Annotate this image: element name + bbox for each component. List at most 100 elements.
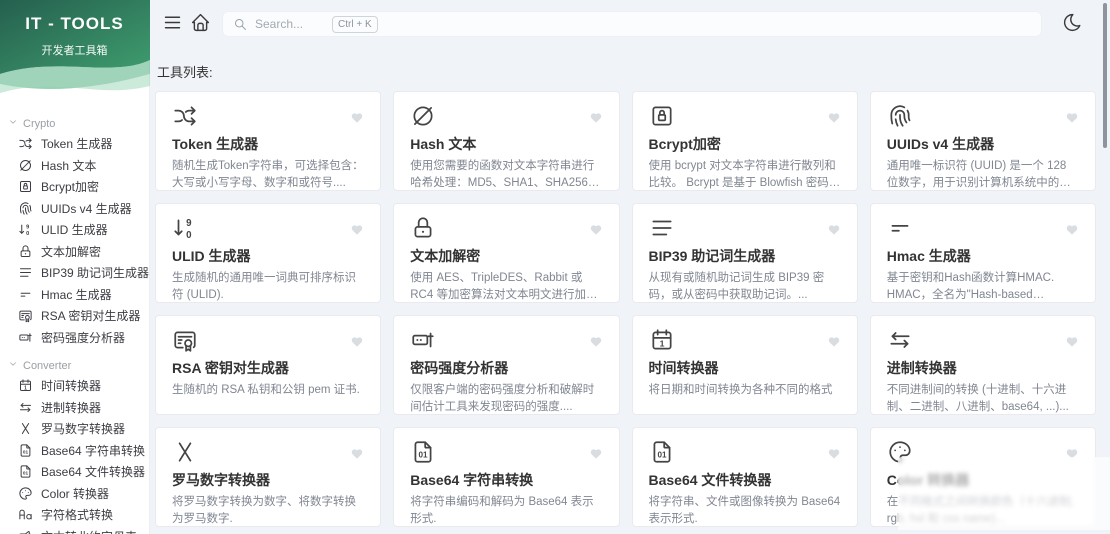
sidebar-item-label: 时间转换器 bbox=[41, 379, 102, 394]
sidebar-item-label: 文本加解密 bbox=[41, 244, 102, 259]
sort-numbers-icon: 90 bbox=[174, 218, 192, 241]
favorite-heart-icon[interactable] bbox=[827, 447, 841, 461]
tool-card-title: RSA 密钥对生成器 bbox=[172, 360, 289, 376]
tool-card[interactable]: Bcrypt加密 使用 bcrypt 对文本字符串进行散列和比较。 Bcrypt… bbox=[631, 91, 858, 191]
tool-card[interactable]: RSA 密钥对生成器 生随机的 RSA 私钥和公钥 pem 证书. bbox=[155, 315, 382, 415]
heart-icon bbox=[828, 113, 839, 123]
svg-text:0: 0 bbox=[26, 231, 29, 237]
sidebar-item-label: 罗马数字转换器 bbox=[41, 422, 126, 437]
sidebar-item-label: UUIDs v4 生成器 bbox=[41, 201, 132, 216]
sort-numbers-icon: 90 bbox=[19, 225, 29, 237]
tool-card-title: Hash 文本 bbox=[410, 136, 477, 152]
sidebar-item[interactable]: 01 Base64 字符串转换 bbox=[0, 440, 149, 462]
search-box[interactable]: Ctrl + K bbox=[222, 11, 1042, 37]
heart-icon bbox=[590, 449, 601, 459]
tool-card[interactable]: 罗马数字转换器 将罗马数字转换为数字、将数字转换为罗马数字. bbox=[155, 427, 382, 527]
favorite-heart-icon[interactable] bbox=[827, 111, 841, 125]
tool-card[interactable]: Hash 文本 使用您需要的函数对文本字符串进行哈希处理：MD5、SHA1、SH… bbox=[393, 91, 620, 191]
tool-card-description: 仅限客户端的密码强度分析和破解时间估计工具来发现密码的强度.... bbox=[410, 384, 595, 414]
favorite-heart-icon[interactable] bbox=[1065, 335, 1079, 349]
sidebar-item[interactable]: 密码强度分析器 bbox=[0, 327, 149, 349]
favorite-heart-icon[interactable] bbox=[350, 223, 364, 237]
file-digit-icon: 01 bbox=[653, 441, 670, 463]
tool-card[interactable]: BIP39 助记词生成器 从现有或随机助记词生成 BIP39 密码，或从密码中获… bbox=[631, 203, 858, 303]
tool-card-description: 将字符串、文件或图像转换为 Base64 表示形式. bbox=[648, 496, 841, 526]
sidebar-item[interactable]: 字符格式转换 bbox=[0, 504, 149, 526]
favorite-heart-icon[interactable] bbox=[350, 335, 364, 349]
sidebar-item[interactable]: 文本加解密 bbox=[0, 241, 149, 263]
sidebar-item[interactable]: 1 时间转换器 bbox=[0, 375, 149, 397]
sidebar-item[interactable]: Hmac 生成器 bbox=[0, 284, 149, 306]
sidebar-item[interactable]: Hash 文本 bbox=[0, 155, 149, 177]
content: 工具列表: Token 生成器 随机生成Token字符串，可选择包含：大写或小写… bbox=[150, 62, 1110, 527]
tool-card[interactable]: Color 转换器 在不同格式之间转换颜色（十六进制, rgb, hsl 和 c… bbox=[869, 427, 1096, 527]
favorite-heart-icon[interactable] bbox=[1065, 447, 1079, 461]
svg-text:1: 1 bbox=[24, 386, 27, 392]
sidebar-section-crypto[interactable]: Crypto bbox=[0, 114, 149, 133]
tool-card-title: 罗马数字转换器 bbox=[172, 472, 270, 488]
tool-card-description: 使用您需要的函数对文本字符串进行哈希处理：MD5、SHA1、SHA256、SHA… bbox=[410, 160, 600, 190]
tool-card-description: 生成随机的通用唯一词典可排序标识符 (ULID). bbox=[172, 272, 356, 302]
favorite-heart-icon[interactable] bbox=[589, 111, 603, 125]
sidebar: IT - TOOLS 开发者工具箱 Crypto Token 生成器 Hash … bbox=[0, 0, 150, 534]
tool-card[interactable]: 进制转换器 不同进制间的转换 (十进制、十六进制、二进制、八进制、base64,… bbox=[869, 315, 1096, 415]
favorite-heart-icon[interactable] bbox=[350, 111, 364, 125]
sidebar-item[interactable]: 01 Base64 文件转换器 bbox=[0, 461, 149, 483]
tool-card[interactable]: Token 生成器 随机生成Token字符串，可选择包含：大写或小写字母、数字和… bbox=[155, 91, 382, 191]
sidebar-item-label: 进制转换器 bbox=[41, 400, 102, 415]
certificate-icon bbox=[174, 331, 196, 352]
sidebar-item[interactable]: Token 生成器 bbox=[0, 133, 149, 155]
calendar-1-icon: 1 bbox=[20, 379, 31, 392]
dark-mode-toggle[interactable] bbox=[1058, 10, 1086, 38]
sidebar-item-label: Base64 字符串转换 bbox=[41, 443, 146, 458]
search-icon bbox=[235, 18, 246, 30]
favorite-heart-icon[interactable] bbox=[350, 447, 364, 461]
tool-card-title: Bcrypt加密 bbox=[648, 136, 721, 152]
favorite-heart-icon[interactable] bbox=[827, 335, 841, 349]
favorite-heart-icon[interactable] bbox=[1065, 223, 1079, 237]
sidebar-item[interactable]: RSA 密钥对生成器 bbox=[0, 305, 149, 327]
tool-card[interactable]: 90 ULID 生成器 生成随机的通用唯一词典可排序标识符 (ULID). bbox=[155, 203, 382, 303]
favorite-heart-icon[interactable] bbox=[589, 335, 603, 349]
scrollbar-thumb[interactable] bbox=[1103, 3, 1107, 148]
letter-case-icon bbox=[19, 509, 32, 520]
file-digit-icon: 01 bbox=[414, 441, 432, 463]
svg-text:9: 9 bbox=[186, 218, 192, 229]
tool-card[interactable]: Hmac 生成器 基于密钥和Hash函数计算HMAC. HMAC，全名为"Has… bbox=[869, 203, 1096, 303]
sidebar-item[interactable]: BIP39 助记词生成器 bbox=[0, 262, 149, 284]
sidebar-item[interactable]: 90 ULID 生成器 bbox=[0, 219, 149, 241]
favorite-heart-icon[interactable] bbox=[589, 447, 603, 461]
home-button[interactable] bbox=[186, 10, 214, 38]
svg-text:01: 01 bbox=[657, 450, 667, 459]
heart-icon bbox=[828, 225, 839, 235]
tool-card[interactable]: 01 Base64 字符串转换 将字符串编码和解码为 Base64 表示形式. bbox=[393, 427, 620, 527]
sidebar-item[interactable]: 进制转换器 bbox=[0, 397, 149, 419]
tool-card[interactable]: 文本加解密 使用 AES、TripleDES、Rabbit 或 RC4 等加密算… bbox=[393, 203, 620, 303]
heart-icon bbox=[351, 113, 363, 123]
tool-card[interactable]: 1 时间转换器 将日期和时间转换为各种不同的格式 bbox=[631, 315, 858, 415]
sidebar-nav: Crypto Token 生成器 Hash 文本 Bcrypt加密 UUIDs … bbox=[0, 100, 149, 534]
tool-card[interactable]: UUIDs v4 生成器 通用唯一标识符 (UUID) 是一个 128 位数字，… bbox=[869, 91, 1096, 191]
sidebar-item-label: 文本转北约字母表 bbox=[41, 528, 137, 534]
tool-card-title: Base64 字符串转换 bbox=[410, 472, 534, 488]
svg-text:1: 1 bbox=[659, 339, 664, 349]
tool-card-description: 基于密钥和Hash函数计算HMAC. HMAC，全名为"Hash-based M… bbox=[886, 272, 1055, 302]
lock-square-icon bbox=[20, 181, 31, 193]
tool-card-description: 不同进制间的转换 (十进制、十六进制、二进制、八进制、base64, ...).… bbox=[886, 384, 1069, 414]
sidebar-header: IT - TOOLS 开发者工具箱 bbox=[0, 0, 150, 100]
menu-button[interactable] bbox=[158, 10, 186, 38]
sidebar-item[interactable]: 罗马数字转换器 bbox=[0, 418, 149, 440]
sidebar-item[interactable]: UUIDs v4 生成器 bbox=[0, 198, 149, 220]
arrows-shuffle-icon bbox=[174, 106, 196, 126]
tool-card[interactable]: 01 Base64 文件转换器 将字符串、文件或图像转换为 Base64 表示形… bbox=[631, 427, 858, 527]
search-input[interactable] bbox=[255, 17, 325, 31]
favorite-heart-icon[interactable] bbox=[1065, 111, 1079, 125]
sidebar-item[interactable]: Bcrypt加密 bbox=[0, 176, 149, 198]
heart-icon bbox=[1066, 113, 1078, 123]
sidebar-section-converter[interactable]: Converter bbox=[0, 356, 149, 375]
sidebar-item[interactable]: Color 转换器 bbox=[0, 483, 149, 505]
tool-card[interactable]: 密码强度分析器 仅限客户端的密码强度分析和破解时间估计工具来发现密码的强度...… bbox=[393, 315, 620, 415]
sidebar-item[interactable]: 文本转北约字母表 bbox=[0, 526, 149, 534]
favorite-heart-icon[interactable] bbox=[827, 223, 841, 237]
favorite-heart-icon[interactable] bbox=[589, 223, 603, 237]
